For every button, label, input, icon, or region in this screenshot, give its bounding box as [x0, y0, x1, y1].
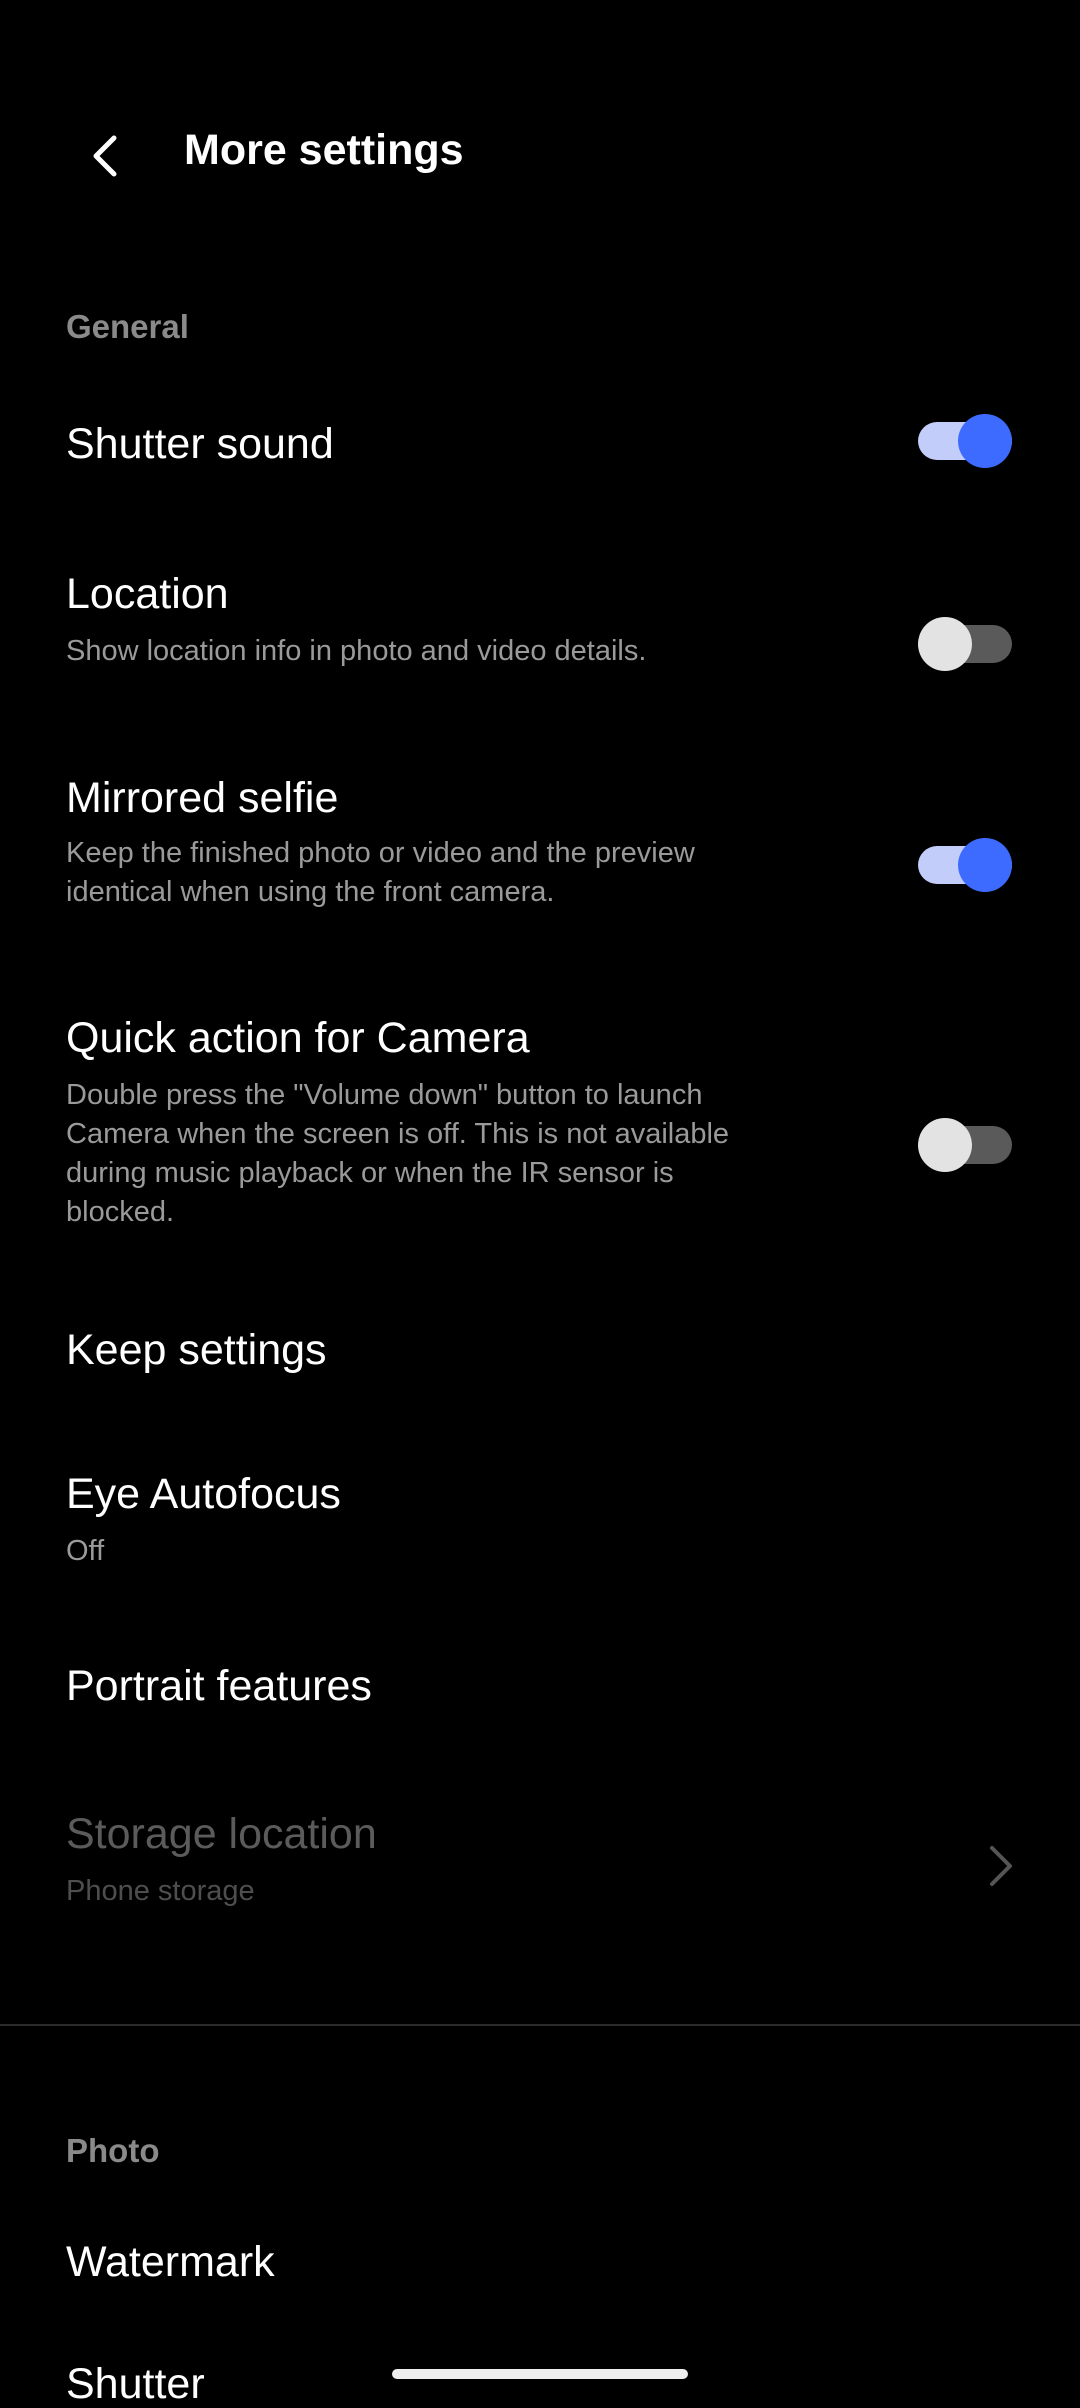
- location-row[interactable]: Location Show location info in photo and…: [0, 560, 1080, 680]
- quick-action-title: Quick action for Camera: [66, 1014, 530, 1062]
- toggle-knob: [918, 1118, 972, 1172]
- eye-autofocus-title: Eye Autofocus: [66, 1470, 341, 1518]
- shutter-sound-title: Shutter sound: [66, 420, 334, 468]
- section-header-general: General: [66, 308, 189, 345]
- mirrored-selfie-row[interactable]: Mirrored selfie Keep the finished photo …: [0, 762, 1080, 922]
- location-toggle[interactable]: [918, 617, 1014, 671]
- page-title: More settings: [184, 126, 464, 174]
- chevron-right-icon: [990, 1846, 1012, 1886]
- back-button[interactable]: [66, 116, 146, 196]
- eye-autofocus-value: Off: [66, 1535, 105, 1567]
- storage-location-value: Phone storage: [66, 1875, 255, 1907]
- toggle-knob: [958, 414, 1012, 468]
- storage-location-title: Storage location: [66, 1810, 377, 1858]
- section-divider: [0, 2024, 1080, 2026]
- watermark-row[interactable]: Watermark: [0, 2234, 1080, 2324]
- toggle-knob: [958, 838, 1012, 892]
- mirrored-selfie-toggle[interactable]: [918, 838, 1014, 892]
- chevron-left-icon: [93, 135, 117, 177]
- toggle-knob: [918, 617, 972, 671]
- shutter-sound-toggle[interactable]: [918, 414, 1014, 468]
- watermark-title: Watermark: [66, 2238, 275, 2286]
- keep-settings-row[interactable]: Keep settings: [0, 1304, 1080, 1394]
- quick-action-subtitle: Double press the "Volume down" button to…: [66, 1079, 730, 1228]
- top-app-bar: More settings: [0, 0, 1080, 300]
- mirrored-selfie-subtitle: Keep the finished photo or video and the…: [66, 837, 695, 908]
- storage-location-row[interactable]: Storage location Phone storage: [0, 1800, 1080, 1920]
- shutter-row[interactable]: Shutter: [0, 2356, 1080, 2408]
- shutter-title: Shutter: [66, 2360, 205, 2408]
- quick-action-row[interactable]: Quick action for Camera Double press the…: [0, 1004, 1080, 1244]
- location-title: Location: [66, 570, 229, 618]
- mirrored-selfie-title: Mirrored selfie: [66, 774, 339, 822]
- keep-settings-title: Keep settings: [66, 1326, 327, 1374]
- portrait-features-title: Portrait features: [66, 1662, 372, 1710]
- portrait-features-row[interactable]: Portrait features: [0, 1644, 1080, 1734]
- shutter-sound-row[interactable]: Shutter sound: [0, 400, 1080, 490]
- section-header-photo: Photo: [66, 2132, 160, 2169]
- location-subtitle: Show location info in photo and video de…: [66, 635, 647, 667]
- quick-action-toggle[interactable]: [918, 1118, 1014, 1172]
- home-indicator[interactable]: [392, 2369, 688, 2379]
- eye-autofocus-row[interactable]: Eye Autofocus Off: [0, 1460, 1080, 1580]
